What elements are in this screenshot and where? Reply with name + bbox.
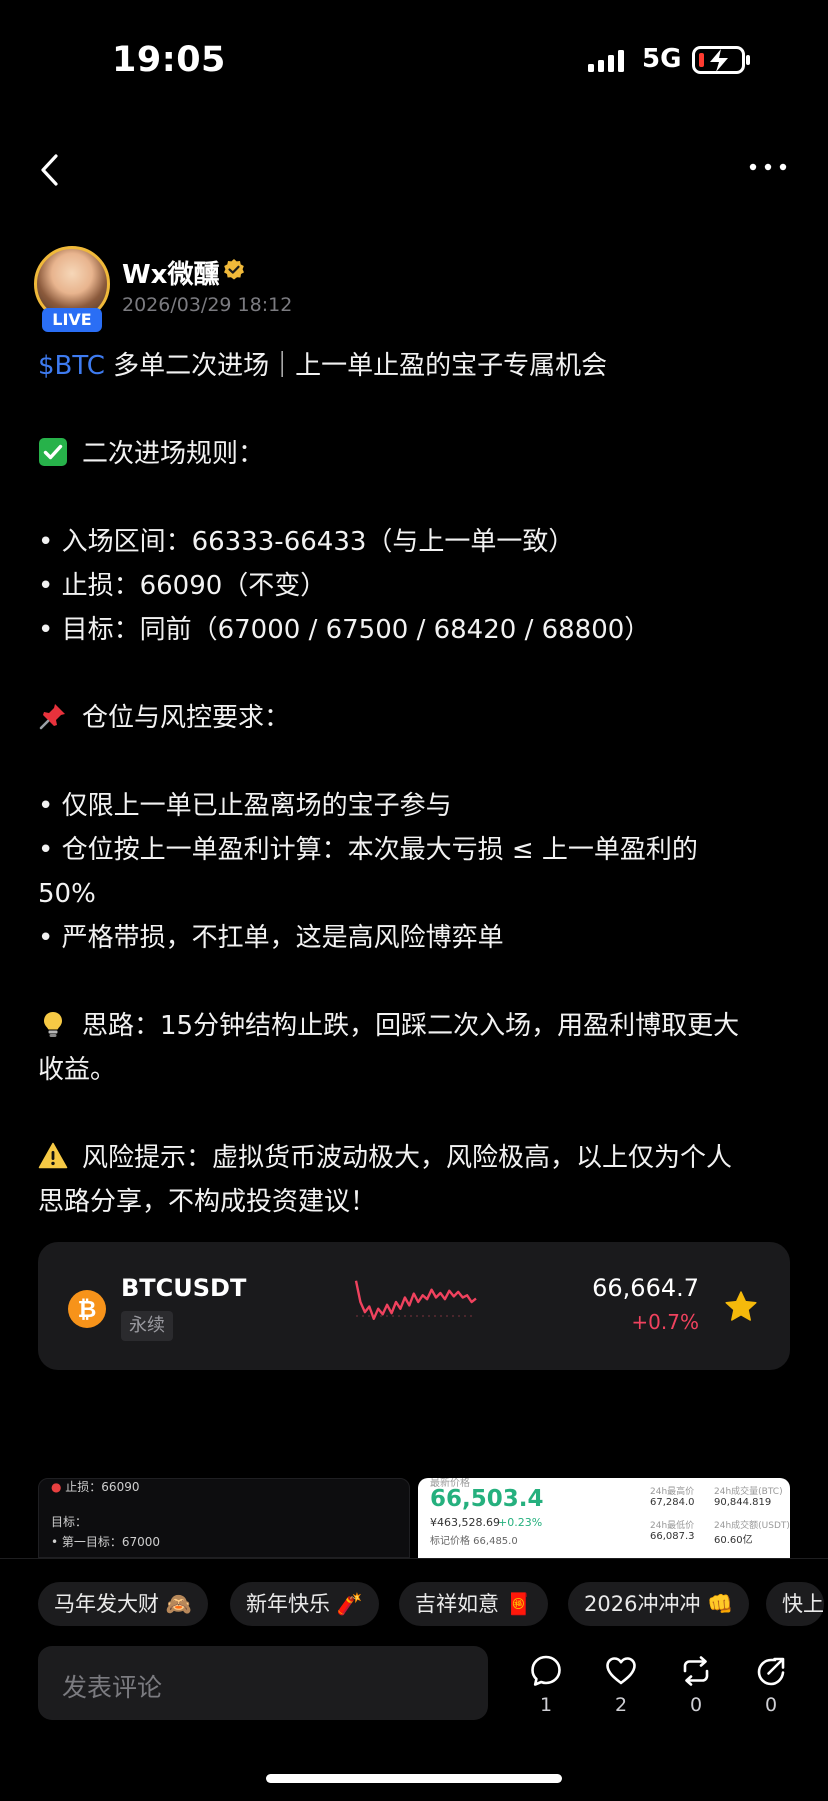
stop-line: • 止损：66090（不变） — [38, 571, 327, 601]
thumb1-stop-dot: ● — [51, 1480, 66, 1494]
share-count: 0 — [764, 1694, 778, 1716]
back-icon[interactable] — [36, 152, 66, 188]
like-button[interactable]: 2 — [591, 1654, 651, 1716]
quick-reply-4[interactable]: 2026冲冲冲 👊 — [568, 1582, 750, 1626]
quick-reply-5[interactable]: 快上 — [766, 1582, 824, 1626]
thumb2-low-value: 66,087.3 — [650, 1531, 695, 1542]
price-sparkline — [354, 1280, 477, 1320]
thumb2-vol-btc-label: 24h成交量(BTC) — [714, 1487, 783, 1497]
post-date: 2026/03/29 18:12 — [122, 294, 293, 316]
verified-icon — [224, 259, 244, 280]
thumb2-mark: 标记价格 66,485.0 — [430, 1536, 518, 1547]
pushpin-icon — [39, 704, 65, 730]
thumb2-high-label: 24h最高价 — [650, 1487, 695, 1497]
quick-reply-1[interactable]: 马年发大财 🙈 — [38, 1582, 208, 1626]
rules-heading: 二次进场规则： — [82, 439, 265, 469]
requirement-2a: • 仓位按上一单盈利计算：本次最大亏损 ≤ 上一单盈利的 — [38, 835, 698, 865]
post-title: 多单二次进场｜上一单止盈的宝子专属机会 — [104, 351, 608, 381]
risk-text-1: 风险提示：虚拟货币波动极大，风险极高，以上仅为个人 — [82, 1143, 733, 1173]
post-body: $BTC 多单二次进场｜上一单止盈的宝子专属机会 二次进场规则： • 入场区间：… — [38, 344, 798, 1224]
thumb2-vol-btc-value: 90,844.819 — [714, 1497, 772, 1508]
thumb2-high-value: 67,284.0 — [650, 1497, 695, 1508]
requirement-3: • 严格带损，不扛单，这是高风险博弈单 — [38, 923, 504, 953]
thumb1-line-3: • 第一目标：67000 — [51, 1535, 161, 1549]
market-change: +0.7% — [631, 1310, 699, 1334]
bitcoin-icon: ₿ — [68, 1290, 106, 1328]
status-time: 19:05 — [112, 40, 226, 80]
check-mark-icon — [39, 438, 67, 466]
battery-charging-icon — [692, 46, 750, 74]
idea-line-2: 收益。 — [38, 1055, 117, 1085]
requirement-1: • 仅限上一单已止盈离场的宝子参与 — [38, 791, 452, 821]
author-avatar[interactable]: LIVE — [34, 246, 110, 332]
light-bulb-icon — [44, 1012, 62, 1037]
post-image-1[interactable]: ● 止损：66090 目标： • 第一目标：67000 — [38, 1478, 410, 1558]
author-name[interactable]: Wx微醺 — [122, 254, 219, 291]
warning-icon — [38, 1142, 68, 1169]
live-badge: LIVE — [42, 308, 102, 332]
home-indicator — [266, 1774, 562, 1783]
target-line: • 目标：同前（67000 / 67500 / 68420 / 68800） — [38, 615, 651, 645]
comment-count: 1 — [539, 1694, 553, 1716]
svg-text:₿: ₿ — [78, 1297, 97, 1323]
share-button[interactable]: 0 — [741, 1654, 801, 1716]
post-image-2[interactable]: 最新价格 66,503.4 ¥463,528.69 +0.23% 标记价格 66… — [418, 1478, 790, 1558]
thumb2-low-label: 24h最低价 — [650, 1521, 695, 1531]
idea-line-1: 思路：15分钟结构止跌，回踩二次入场，用盈利博取更大 — [38, 1004, 798, 1048]
repost-icon — [683, 1656, 709, 1686]
idea-text-1: 思路：15分钟结构止跌，回踩二次入场，用盈利博取更大 — [82, 1011, 740, 1041]
comment-placeholder: 发表评论 — [62, 1673, 163, 1702]
quick-reply-2[interactable]: 新年快乐 🧨 — [230, 1582, 379, 1626]
network-label: 5G — [642, 44, 682, 74]
position-heading: 仓位与风控要求： — [82, 703, 291, 733]
risk-line-2: 思路分享，不构成投资建议！ — [38, 1187, 377, 1217]
thumb1-line-2: 目标： — [51, 1515, 88, 1529]
ticker-link[interactable]: $BTC — [38, 351, 105, 381]
sparkline-series — [354, 1280, 477, 1320]
comment-button[interactable]: 1 — [516, 1654, 576, 1716]
favorite-star-icon[interactable] — [724, 1290, 758, 1324]
repost-button[interactable]: 0 — [666, 1654, 726, 1716]
comment-icon — [531, 1655, 561, 1686]
heart-icon — [606, 1657, 636, 1685]
requirement-2b: 50% — [38, 879, 96, 909]
signal-icon — [588, 50, 624, 72]
rules-heading-line: 二次进场规则： — [38, 432, 798, 476]
market-price: 66,664.7 — [592, 1274, 699, 1302]
like-count: 2 — [614, 1694, 628, 1716]
thumb2-vol-usdt-label: 24h成交额(USDT) — [714, 1521, 790, 1531]
thumb1-line-1: ● 止损：66090 — [51, 1480, 140, 1494]
entry-line: • 入场区间：66333-66433（与上一单一致） — [38, 527, 575, 557]
thumb2-price: 66,503.4 — [430, 1486, 544, 1512]
position-heading-line: 仓位与风控要求： — [38, 696, 798, 740]
more-icon[interactable] — [748, 162, 788, 172]
contract-type-badge: 永续 — [121, 1311, 173, 1341]
quick-reply-3[interactable]: 吉祥如意 🧧 — [399, 1582, 548, 1626]
thumb2-vol-usdt-value: 60.60亿 — [714, 1535, 753, 1546]
thumb2-change: +0.23% — [498, 1516, 543, 1529]
market-pair: BTCUSDT — [121, 1274, 247, 1302]
share-icon — [757, 1657, 785, 1686]
post-title-line: $BTC 多单二次进场｜上一单止盈的宝子专属机会 — [38, 344, 798, 388]
risk-line-1: 风险提示：虚拟货币波动极大，风险极高，以上仅为个人 — [38, 1136, 798, 1180]
thumb2-cny: ¥463,528.69 — [430, 1516, 500, 1529]
repost-count: 0 — [689, 1694, 703, 1716]
